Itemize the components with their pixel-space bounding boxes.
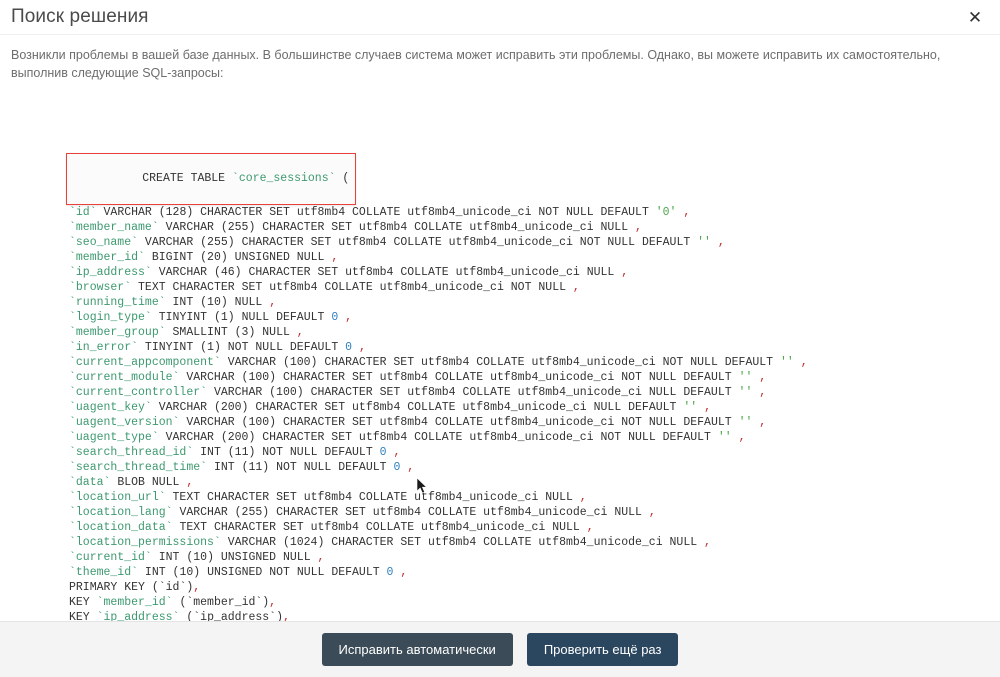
sql-column-line: `in_error` TINYINT (1) NOT NULL DEFAULT … xyxy=(69,341,366,354)
sql-column-line: `member_name` VARCHAR (255) CHARACTER SE… xyxy=(69,221,642,234)
sql-query-block: CREATE TABLE `core_sessions` ( `id` VARC… xyxy=(11,93,989,621)
sql-create-table-highlight: CREATE TABLE `core_sessions` ( xyxy=(66,153,357,205)
sql-column-line: `login_type` TINYINT (1) NULL DEFAULT 0 … xyxy=(69,311,353,324)
solution-search-dialog: Поиск решения ✕ Возникли проблемы в ваше… xyxy=(0,0,1000,677)
sql-column-line: `uagent_key` VARCHAR (200) CHARACTER SET… xyxy=(69,401,711,414)
sql-column-line: `search_thread_time` INT (11) NOT NULL D… xyxy=(69,461,415,474)
dialog-footer: Исправить автоматически Проверить ещё ра… xyxy=(0,621,1000,677)
fix-automatically-button[interactable]: Исправить автоматически xyxy=(321,633,513,666)
sql-column-line: `current_appcomponent` VARCHAR (100) CHA… xyxy=(69,356,808,369)
sql-column-line: PRIMARY KEY (`id`), xyxy=(69,581,201,594)
sql-header-row: CREATE TABLE `core_sessions` ( xyxy=(11,138,989,205)
sql-column-line: `member_group` SMALLINT (3) NULL , xyxy=(69,326,304,339)
intro-description: Возникли проблемы в вашей базе данных. В… xyxy=(11,48,941,80)
sql-column-line: KEY `ip_address` (`ip_address`), xyxy=(69,611,290,621)
sql-column-line: `id` VARCHAR (128) CHARACTER SET utf8mb4… xyxy=(69,206,691,219)
sql-column-line: `theme_id` INT (10) UNSIGNED NOT NULL DE… xyxy=(69,566,408,579)
sql-column-line: `location_data` TEXT CHARACTER SET utf8m… xyxy=(69,521,594,534)
sql-column-line: `location_lang` VARCHAR (255) CHARACTER … xyxy=(69,506,656,519)
sql-column-line: `current_module` VARCHAR (100) CHARACTER… xyxy=(69,371,767,384)
sql-column-line: KEY `member_id` (`member_id`), xyxy=(69,596,277,609)
sql-column-list: `id` VARCHAR (128) CHARACTER SET utf8mb4… xyxy=(11,205,989,621)
dialog-header: Поиск решения ✕ xyxy=(0,0,1000,35)
sql-column-line: `data` BLOB NULL , xyxy=(69,476,194,489)
sql-column-line: `location_url` TEXT CHARACTER SET utf8mb… xyxy=(69,491,587,504)
sql-column-line: `browser` TEXT CHARACTER SET utf8mb4 COL… xyxy=(69,281,580,294)
sql-column-line: `current_controller` VARCHAR (100) CHARA… xyxy=(69,386,767,399)
dialog-body: Возникли проблемы в вашей базе данных. В… xyxy=(0,35,1000,621)
sql-column-line: `search_thread_id` INT (11) NOT NULL DEF… xyxy=(69,446,401,459)
sql-column-line: `uagent_type` VARCHAR (200) CHARACTER SE… xyxy=(69,431,746,444)
sql-column-line: `uagent_version` VARCHAR (100) CHARACTER… xyxy=(69,416,767,429)
sql-column-line: `location_permissions` VARCHAR (1024) CH… xyxy=(69,536,711,549)
sql-create-table-line: CREATE TABLE `core_sessions` ( xyxy=(142,172,350,185)
sql-column-line: `seo_name` VARCHAR (255) CHARACTER SET u… xyxy=(69,236,725,249)
close-icon[interactable]: ✕ xyxy=(964,6,986,28)
page-title: Поиск решения xyxy=(11,6,149,27)
recheck-button[interactable]: Проверить ещё раз xyxy=(526,633,679,666)
sql-column-line: `current_id` INT (10) UNSIGNED NULL , xyxy=(69,551,325,564)
sql-column-line: `running_time` INT (10) NULL , xyxy=(69,296,277,309)
sql-column-line: `ip_address` VARCHAR (46) CHARACTER SET … xyxy=(69,266,629,279)
sql-column-line: `member_id` BIGINT (20) UNSIGNED NULL , xyxy=(69,251,339,264)
